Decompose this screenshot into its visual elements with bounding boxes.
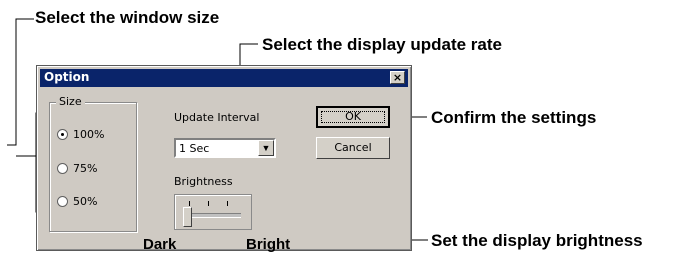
callout-confirm: Confirm the settings	[431, 108, 597, 127]
callout-update-rate: Select the display update rate	[262, 35, 502, 54]
size-option-label: 100%	[73, 127, 105, 141]
size-group-label: Size	[56, 95, 85, 108]
slider-tick	[189, 201, 190, 206]
cancel-button-label: Cancel	[334, 141, 372, 154]
update-interval-value: 1 Sec	[179, 142, 210, 155]
update-interval-select[interactable]: 1 Sec ▼	[174, 138, 276, 158]
size-option-label: 75%	[73, 161, 98, 175]
slider-tick	[208, 201, 209, 206]
close-icon[interactable]: ×	[390, 71, 405, 84]
update-interval-label: Update Interval	[174, 111, 260, 124]
slider-tick	[227, 201, 228, 206]
ok-button[interactable]: OK	[316, 106, 390, 128]
option-dialog: Option × Size 100% 75% 50% Update Interv…	[36, 65, 412, 251]
size-option-100[interactable]: 100%	[57, 127, 104, 141]
dialog-title: Option	[44, 70, 90, 84]
slider-thumb[interactable]	[183, 207, 192, 227]
radio-icon[interactable]	[57, 195, 68, 207]
bright-label: Bright	[246, 236, 291, 253]
callout-brightness: Set the display brightness	[431, 231, 643, 250]
dialog-titlebar[interactable]: Option ×	[40, 69, 408, 87]
size-option-50[interactable]: 50%	[57, 194, 97, 208]
dark-label: Dark	[143, 236, 177, 253]
slider-track	[185, 213, 241, 218]
focus-rect	[321, 111, 385, 123]
chevron-down-icon[interactable]: ▼	[258, 140, 274, 156]
brightness-slider[interactable]	[174, 194, 252, 230]
brightness-label: Brightness	[174, 175, 233, 188]
radio-icon[interactable]	[57, 162, 68, 174]
size-option-label: 50%	[73, 194, 98, 208]
cancel-button[interactable]: Cancel	[316, 137, 390, 159]
callout-window-size: Select the window size	[35, 8, 220, 27]
size-option-75[interactable]: 75%	[57, 161, 97, 175]
radio-icon[interactable]	[57, 128, 68, 140]
